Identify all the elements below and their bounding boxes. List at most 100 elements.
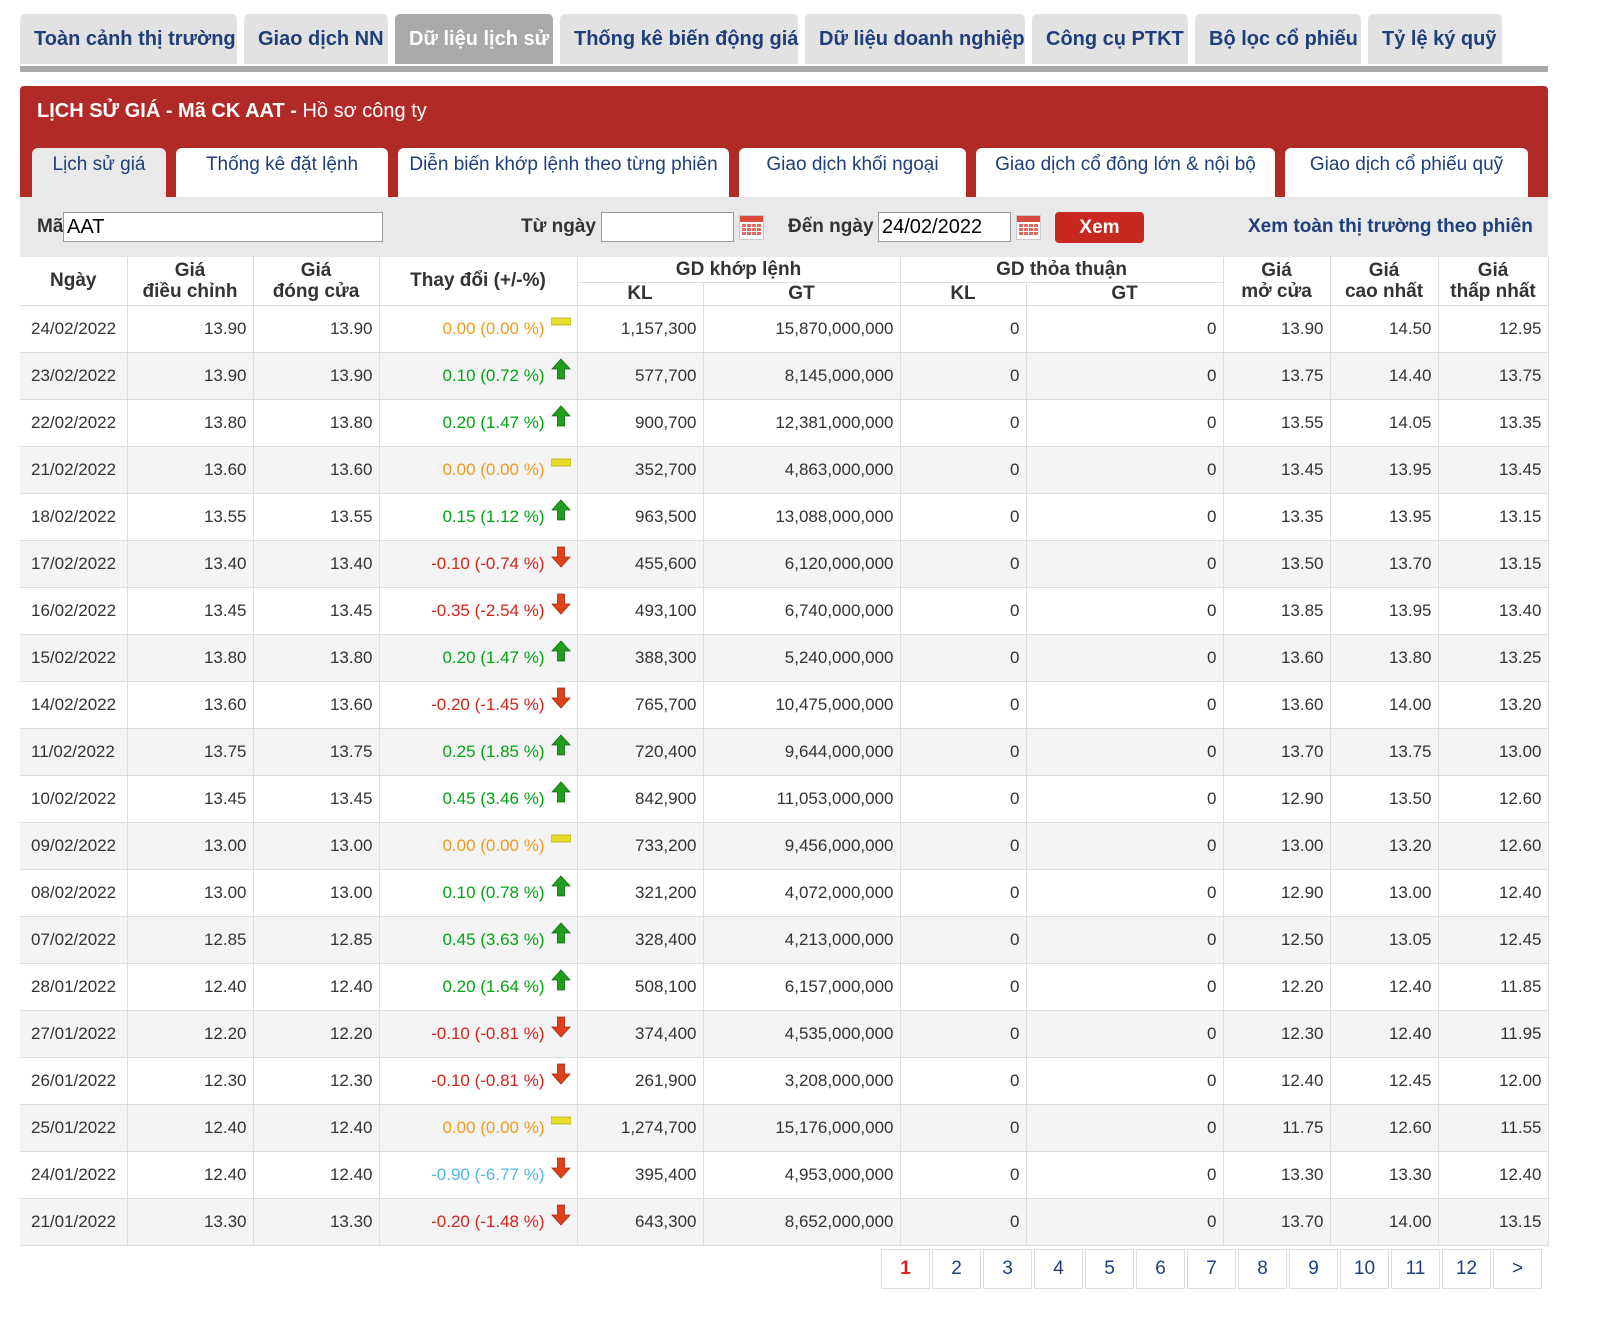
table-row: 21/01/2022 13.30 13.30 -0.20 (-1.48 %) 643,3…: [20, 1198, 1549, 1246]
subtab-foreign-trading[interactable]: Giao dịch khối ngoại: [739, 148, 966, 197]
cell-change: 0.20 (1.47 %): [379, 634, 578, 682]
col-header-date: Ngày: [20, 257, 128, 306]
to-date-input[interactable]: [878, 212, 1011, 242]
table-row: 11/02/2022 13.75 13.75 0.25 (1.85 %) 720,400…: [20, 728, 1549, 776]
cell-matched-volume: 455,600: [577, 540, 704, 588]
nav-tab-stock-filter[interactable]: Bộ lọc cổ phiếu: [1195, 14, 1361, 64]
from-date-calendar-icon[interactable]: [739, 215, 764, 240]
table-row: 27/01/2022 12.20 12.20 -0.10 (-0.81 %) 374,4…: [20, 1010, 1549, 1058]
cell-change: -0.10 (-0.81 %): [379, 1010, 578, 1058]
page-link-12[interactable]: 12: [1442, 1249, 1491, 1289]
page-link-3[interactable]: 3: [983, 1249, 1032, 1289]
cell-matched-volume: 1,157,300: [577, 305, 704, 353]
subtab-treasury-stock[interactable]: Giao dịch cổ phiếu quỹ: [1285, 148, 1528, 197]
cell-low-price: 12.60: [1438, 775, 1549, 823]
next-page-button[interactable]: >: [1493, 1249, 1542, 1289]
page-link-1[interactable]: 1: [881, 1249, 930, 1289]
change-value: 0.00 (0.00 %): [442, 835, 545, 855]
cell-negotiated-volume: 0: [900, 587, 1027, 635]
cell-open-price: 13.55: [1223, 399, 1331, 447]
nav-tab-historical-data[interactable]: Dữ liệu lịch sử: [395, 14, 553, 64]
cell-matched-value: 11,053,000,000: [703, 775, 901, 823]
page-link-8[interactable]: 8: [1238, 1249, 1287, 1289]
cell-low-price: 11.55: [1438, 1104, 1549, 1152]
nav-tab-market-overview[interactable]: Toàn cảnh thị trường: [20, 14, 237, 64]
cell-negotiated-value: 0: [1026, 446, 1224, 494]
cell-date: 25/01/2022: [20, 1104, 128, 1152]
cell-low-price: 13.15: [1438, 493, 1549, 541]
cell-adjusted-price: 12.40: [127, 1104, 254, 1152]
page-link-5[interactable]: 5: [1085, 1249, 1134, 1289]
cell-negotiated-value: 0: [1026, 587, 1224, 635]
cell-low-price: 13.45: [1438, 446, 1549, 494]
nav-tab-foreign-trading[interactable]: Giao dịch NN: [244, 14, 388, 64]
cell-matched-value: 6,740,000,000: [703, 587, 901, 635]
nav-tab-technical-tools[interactable]: Công cụ PTKT: [1032, 14, 1188, 64]
cell-change: 0.00 (0.00 %): [379, 822, 578, 870]
page-link-7[interactable]: 7: [1187, 1249, 1236, 1289]
subtab-order-statistics[interactable]: Thống kê đặt lệnh: [176, 148, 388, 197]
page-link-9[interactable]: 9: [1289, 1249, 1338, 1289]
subtab-matching-by-session[interactable]: Diễn biến khớp lệnh theo từng phiên: [398, 148, 729, 197]
view-button[interactable]: Xem: [1055, 212, 1144, 243]
view-all-market-link[interactable]: Xem toàn thị trường theo phiên: [1248, 216, 1533, 238]
company-profile-link[interactable]: Hồ sơ công ty: [302, 100, 426, 122]
cell-date: 23/02/2022: [20, 352, 128, 400]
table-row: 16/02/2022 13.45 13.45 -0.35 (-2.54 %) 493,1…: [20, 587, 1549, 635]
col-header-close-price: Giá đóng cửa: [253, 257, 380, 306]
green-up-arrow-icon: [550, 498, 571, 521]
page-link-2[interactable]: 2: [932, 1249, 981, 1289]
ticker-input[interactable]: [63, 212, 383, 242]
cell-date: 07/02/2022: [20, 916, 128, 964]
cell-open-price: 12.40: [1223, 1057, 1331, 1105]
change-value: -0.35 (-2.54 %): [431, 600, 545, 620]
nav-tab-company-data[interactable]: Dữ liệu doanh nghiệp: [805, 14, 1025, 64]
cell-change: -0.10 (-0.81 %): [379, 1057, 578, 1105]
cell-negotiated-value: 0: [1026, 1010, 1224, 1058]
cell-matched-value: 9,456,000,000: [703, 822, 901, 870]
cell-negotiated-volume: 0: [900, 1010, 1027, 1058]
change-value: -0.10 (-0.81 %): [431, 1070, 545, 1090]
change-value: -0.10 (-0.74 %): [431, 553, 545, 573]
table-row: 15/02/2022 13.80 13.80 0.20 (1.47 %) 388,300…: [20, 634, 1549, 682]
cell-close-price: 13.60: [253, 446, 380, 494]
to-date-calendar-icon[interactable]: [1016, 215, 1041, 240]
red-down-arrow-icon: [550, 593, 571, 615]
cell-change: 0.45 (3.46 %): [379, 775, 578, 823]
cell-negotiated-volume: 0: [900, 916, 1027, 964]
page-link-4[interactable]: 4: [1034, 1249, 1083, 1289]
col-header-low-price: Giá thấp nhất: [1438, 257, 1549, 306]
cell-high-price: 13.05: [1330, 916, 1439, 964]
cell-high-price: 13.95: [1330, 587, 1439, 635]
cell-matched-volume: 328,400: [577, 916, 704, 964]
cell-high-price: 13.20: [1330, 822, 1439, 870]
table-row: 10/02/2022 13.45 13.45 0.45 (3.46 %) 842,900…: [20, 775, 1549, 823]
change-value: 0.15 (1.12 %): [442, 506, 545, 526]
cell-high-price: 13.80: [1330, 634, 1439, 682]
cell-open-price: 13.00: [1223, 822, 1331, 870]
table-row: 24/01/2022 12.40 12.40 -0.90 (-6.77 %) 395,4…: [20, 1151, 1549, 1199]
cell-adjusted-price: 13.80: [127, 399, 254, 447]
cell-matched-value: 4,213,000,000: [703, 916, 901, 964]
nav-tab-price-statistics[interactable]: Thống kê biến động giá: [560, 14, 798, 64]
cell-adjusted-price: 13.80: [127, 634, 254, 682]
cell-date: 08/02/2022: [20, 869, 128, 917]
cell-date: 15/02/2022: [20, 634, 128, 682]
cell-matched-value: 15,176,000,000: [703, 1104, 901, 1152]
page-link-10[interactable]: 10: [1340, 1249, 1389, 1289]
cell-close-price: 13.00: [253, 869, 380, 917]
subtab-price-history[interactable]: Lịch sử giá: [32, 148, 166, 197]
cell-low-price: 13.15: [1438, 540, 1549, 588]
cell-matched-value: 4,072,000,000: [703, 869, 901, 917]
nav-tab-margin-ratio[interactable]: Tỷ lệ ký quỹ: [1368, 14, 1502, 64]
cell-low-price: 13.15: [1438, 1198, 1549, 1246]
green-up-arrow-icon: [550, 968, 571, 991]
cell-low-price: 13.25: [1438, 634, 1549, 682]
page-link-6[interactable]: 6: [1136, 1249, 1185, 1289]
page-link-11[interactable]: 11: [1391, 1249, 1440, 1289]
cell-close-price: 12.40: [253, 1104, 380, 1152]
subtab-insider-trading[interactable]: Giao dịch cổ đông lớn & nội bộ: [976, 148, 1275, 197]
cell-negotiated-value: 0: [1026, 916, 1224, 964]
cell-matched-value: 3,208,000,000: [703, 1057, 901, 1105]
from-date-input[interactable]: [601, 212, 734, 242]
